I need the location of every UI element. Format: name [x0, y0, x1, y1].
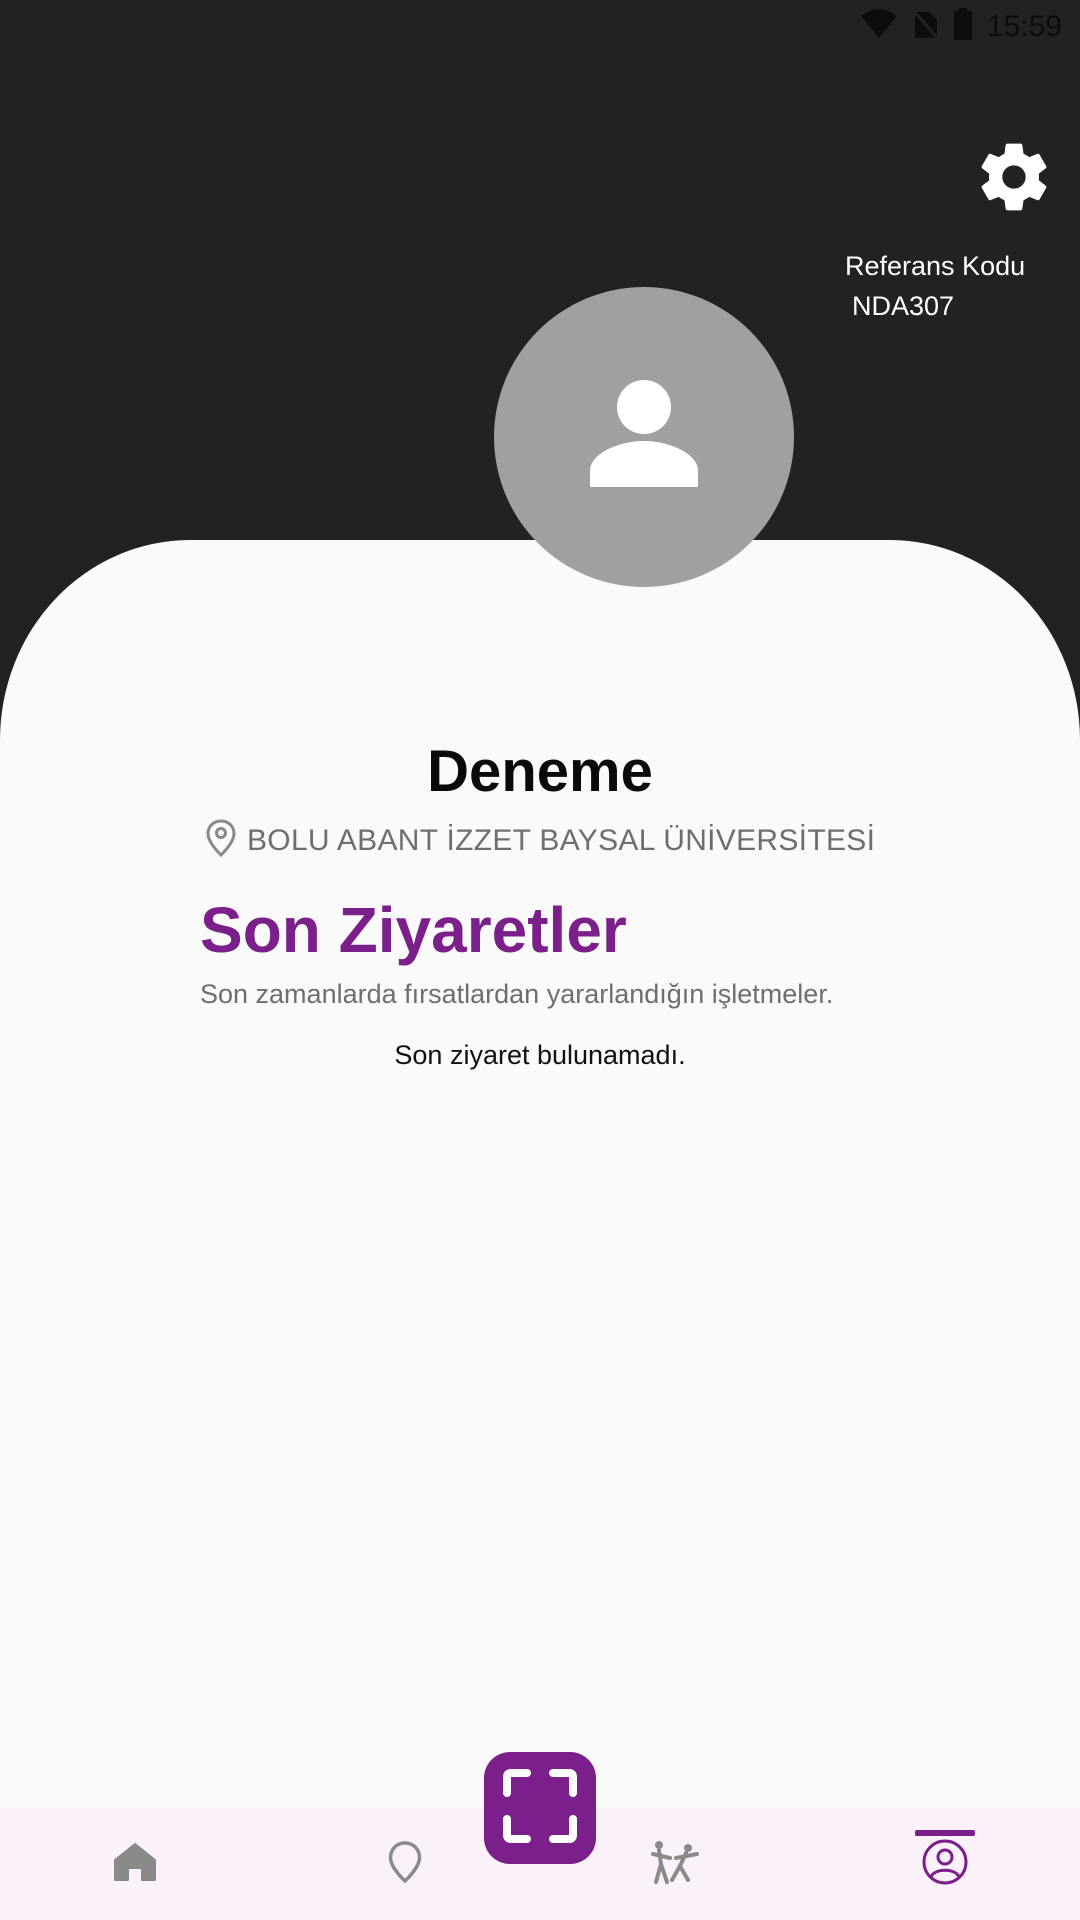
activity-icon [650, 1840, 700, 1889]
settings-button[interactable] [970, 135, 1058, 223]
recent-visits-title: Son Ziyaretler [200, 894, 627, 966]
scan-frame-icon [503, 1768, 577, 1848]
recent-visits-subtitle: Son zamanlarda fırsatlardan yararlandığı… [200, 979, 834, 1009]
nav-item-home[interactable] [75, 1808, 195, 1920]
nav-item-profile[interactable] [885, 1808, 1005, 1920]
nav-item-activities[interactable] [615, 1808, 735, 1920]
scan-button[interactable] [484, 1752, 596, 1864]
battery-icon [953, 8, 973, 45]
status-time: 15:59 [986, 9, 1062, 43]
referral-code-block[interactable]: Referans Kodu NDA307 [845, 246, 1025, 326]
nav-item-map[interactable] [345, 1808, 465, 1920]
active-tab-indicator [915, 1830, 975, 1836]
profile-screen: 15:59 Referans Kodu NDA307 Deneme BOLU A… [0, 0, 1080, 1920]
location-row: BOLU ABANT İZZET BAYSAL ÜNİVERSİTESİ [205, 818, 875, 863]
status-icons: 15:59 [859, 8, 1062, 45]
referral-label: Referans Kodu [845, 251, 1026, 281]
person-icon [584, 375, 704, 500]
gear-icon [974, 137, 1054, 222]
wifi-icon [859, 8, 899, 45]
avatar[interactable] [494, 287, 794, 587]
location-text: BOLU ABANT İZZET BAYSAL ÜNİVERSİTESİ [247, 823, 876, 857]
profile-name: Deneme [427, 739, 653, 804]
location-pin-icon [205, 818, 237, 863]
status-bar: 15:59 [0, 0, 1080, 50]
profile-icon [921, 1838, 969, 1891]
referral-code: NDA307 [852, 291, 955, 321]
home-icon [113, 1842, 157, 1887]
map-pin-icon [387, 1840, 423, 1889]
no-sim-icon [911, 8, 941, 45]
recent-visits-empty-message: Son ziyaret bulunamadı. [394, 1040, 686, 1070]
